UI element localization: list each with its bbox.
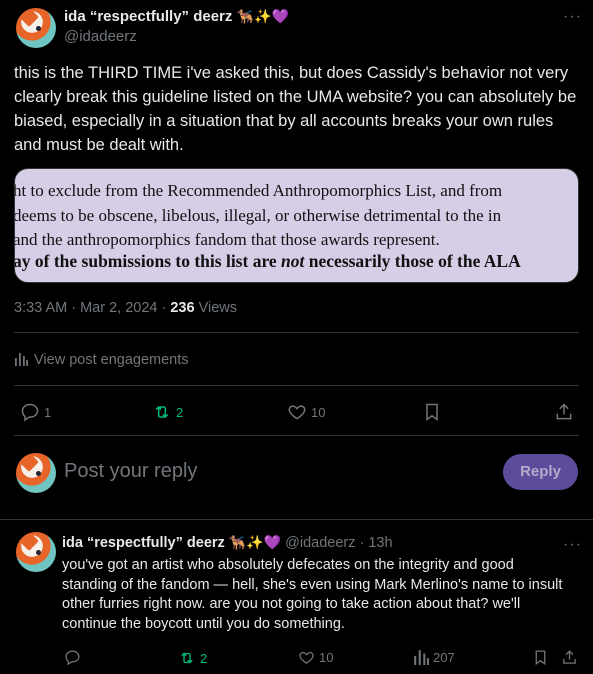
analytics-icon xyxy=(15,353,28,366)
image-text-line-3: and the anthropomorphics fandom that tho… xyxy=(14,230,440,249)
views-count: 236 xyxy=(170,300,195,316)
reply-icon xyxy=(65,650,80,666)
share-icon xyxy=(563,650,576,664)
share-action[interactable] xyxy=(554,402,574,422)
reply-handle-time[interactable]: @idadeerz · 13h xyxy=(285,535,392,551)
repost-icon xyxy=(155,405,169,419)
repost-icon xyxy=(181,652,193,664)
reply-author-emoji: 🐕‍🦺✨💜 xyxy=(228,535,282,551)
author-avatar[interactable] xyxy=(16,8,56,48)
divider xyxy=(14,332,579,333)
like-action[interactable]: 10 xyxy=(287,402,325,422)
reply-bookmark-action[interactable] xyxy=(532,649,549,666)
view-post-engagements[interactable]: View post engagements xyxy=(14,352,189,368)
composer-avatar[interactable] xyxy=(16,453,56,493)
bookmark-icon xyxy=(426,403,438,421)
post-time[interactable]: 3:33 AM · Mar 2, 2024 · xyxy=(14,300,170,316)
image-text-line-4: ay of the submissions to this list are n… xyxy=(14,251,521,272)
bookmark-action[interactable] xyxy=(422,402,442,422)
reply-text: you've got an artist who absolutely defe… xyxy=(62,557,563,632)
image-text-line-2: deems to be obscene, libelous, illegal, … xyxy=(14,206,502,225)
author-name[interactable]: ida “respectfully” deerz 🐕‍🦺✨💜 xyxy=(64,8,289,25)
reply-views-action[interactable]: 207 xyxy=(413,649,455,665)
image-bold-after: necessarily those of the ALA xyxy=(304,251,521,271)
reply-like-count: 10 xyxy=(319,650,334,665)
image-text-line-1: ht to exclude from the Recommended Anthr… xyxy=(14,181,503,200)
reply-action[interactable]: 1 xyxy=(20,402,51,422)
author-handle[interactable]: @idadeerz xyxy=(64,28,137,45)
reply-input[interactable]: Post your reply xyxy=(64,460,197,483)
reply-more-options-icon[interactable]: ··· xyxy=(563,537,582,553)
heart-icon xyxy=(288,405,306,420)
author-emoji: 🐕‍🦺✨💜 xyxy=(236,9,289,25)
image-bold-italic: not xyxy=(281,251,305,271)
reply-views-count: 207 xyxy=(433,649,455,665)
author-name-text[interactable]: ida “respectfully” deerz xyxy=(64,8,232,25)
reply-author-avatar[interactable] xyxy=(16,532,56,572)
share-icon xyxy=(556,403,572,420)
engagements-label: View post engagements xyxy=(34,352,189,368)
post-meta: 3:33 AM · Mar 2, 2024 · 236 Views xyxy=(14,300,237,316)
reply-share-action[interactable] xyxy=(561,649,578,666)
views-label: Views xyxy=(194,300,238,316)
divider xyxy=(0,519,593,520)
reply-author-name[interactable]: ida “respectfully” deerz 🐕‍🦺✨💜 @idadeerz… xyxy=(62,535,393,551)
heart-icon xyxy=(299,651,314,664)
reply-icon xyxy=(21,403,39,422)
divider xyxy=(14,435,579,436)
reply-like-action[interactable]: 10 xyxy=(298,649,333,666)
reply-repost-action[interactable]: 2 xyxy=(178,649,207,667)
reply-repost-count: 2 xyxy=(200,650,208,666)
like-count: 10 xyxy=(311,404,326,420)
reply-button[interactable]: Reply xyxy=(503,454,578,490)
repost-action[interactable]: 2 xyxy=(152,402,183,422)
analytics-icon xyxy=(414,650,429,665)
more-options-icon[interactable]: ··· xyxy=(563,9,582,25)
reply-reply-action[interactable] xyxy=(64,649,81,666)
reply-author-name-text[interactable]: ida “respectfully” deerz xyxy=(62,535,225,551)
image-bold-before: ay of the submissions to this list are xyxy=(14,251,282,271)
repost-count: 2 xyxy=(176,404,184,420)
post-image[interactable]: ht to exclude from the Recommended Anthr… xyxy=(14,168,579,283)
divider xyxy=(14,385,579,386)
reply-count: 1 xyxy=(44,404,52,420)
bookmark-icon xyxy=(535,650,546,666)
post-text: this is the THIRD TIME i've asked this, … xyxy=(14,64,577,154)
